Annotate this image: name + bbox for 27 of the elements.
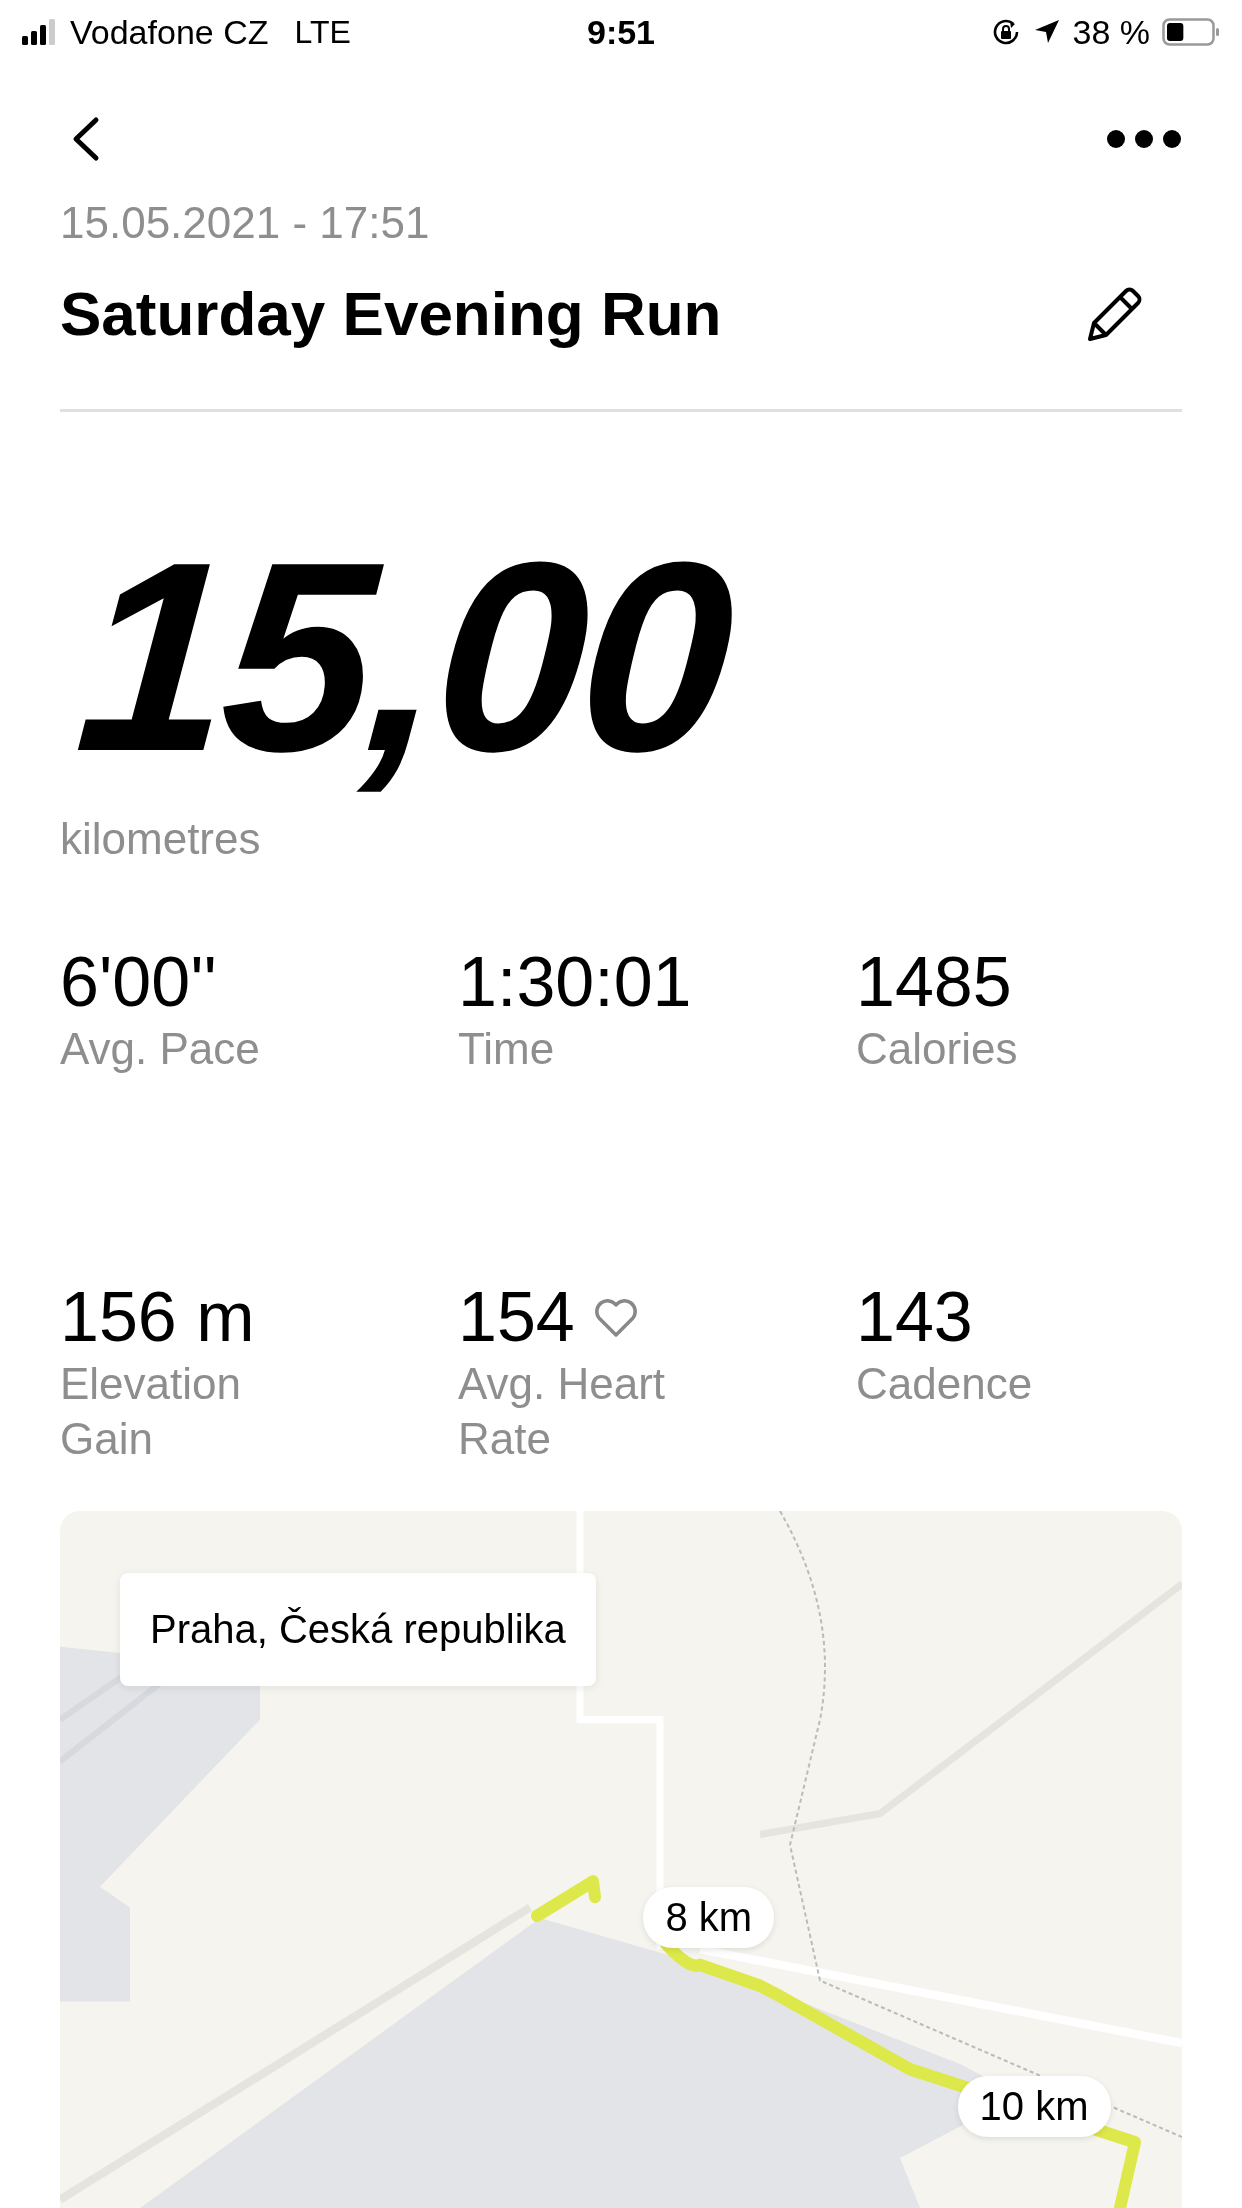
activity-title: Saturday Evening Run: [60, 278, 722, 349]
stat-value: 143: [856, 1279, 973, 1356]
route-map[interactable]: Praha, Česká republika 8 km 10 km: [60, 1511, 1182, 2208]
heart-icon: [592, 1296, 639, 1339]
stat-label: Avg. Heart Rate: [458, 1358, 667, 1465]
location-label: Praha, Česká republika: [120, 1573, 596, 1686]
carrier-name: Vodafone CZ: [70, 12, 269, 52]
signal-icon: [22, 19, 58, 45]
distance-unit: kilometres: [60, 814, 262, 864]
stat-label: Time: [458, 1023, 556, 1075]
clock-time: 9:51: [586, 12, 656, 52]
battery-icon: [1162, 18, 1220, 46]
stat-value: 6'00'': [60, 944, 217, 1021]
stat-label: Calories: [856, 1023, 1019, 1075]
stat-value: 1:30:01: [458, 944, 692, 1021]
distance-marker: 8 km: [643, 1887, 775, 1949]
stat-value: 1485: [856, 944, 1012, 1021]
stat-label: Avg. Pace: [60, 1023, 261, 1075]
stat-value: 156 m: [60, 1279, 255, 1356]
stat-label: Cadence: [856, 1358, 1034, 1410]
battery-percentage: 38 %: [1072, 12, 1150, 52]
distance-value: 15,00: [70, 522, 736, 792]
activity-date: 15.05.2021 - 17:51: [60, 198, 431, 248]
stat-label: Elevation Gain: [60, 1358, 242, 1465]
stat-value: 154: [458, 1279, 575, 1356]
more-options-button[interactable]: [1106, 127, 1182, 151]
network-type: LTE: [294, 13, 351, 51]
